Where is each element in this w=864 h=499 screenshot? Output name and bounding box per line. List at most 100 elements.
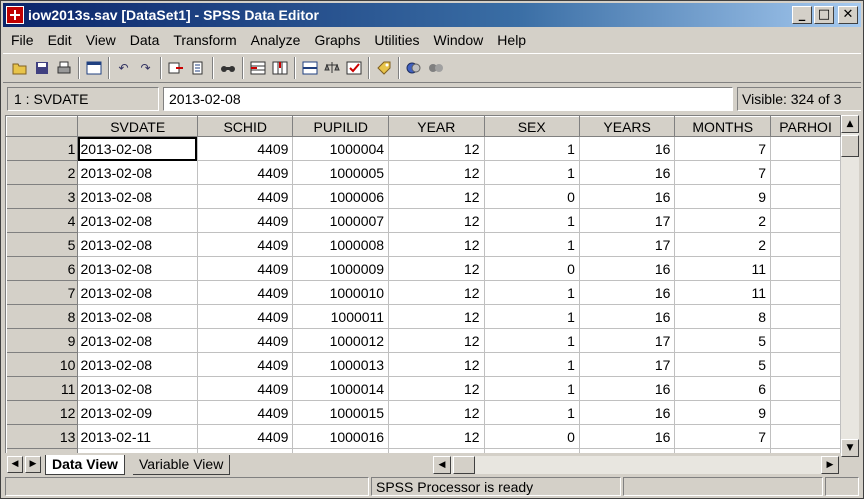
data-cell[interactable]: 1000004: [292, 136, 390, 161]
menu-transform[interactable]: Transform: [166, 32, 243, 48]
data-cell[interactable]: 4409: [197, 376, 294, 401]
data-cell[interactable]: 4409: [197, 256, 294, 281]
data-cell[interactable]: 1: [484, 136, 580, 161]
column-header-years[interactable]: YEARS: [578, 116, 676, 137]
redo-icon[interactable]: ↷: [135, 58, 156, 79]
data-cell[interactable]: 12: [388, 304, 485, 329]
data-cell[interactable]: [770, 280, 841, 305]
row-number[interactable]: 6: [6, 256, 79, 281]
menu-edit[interactable]: Edit: [41, 32, 79, 48]
data-cell[interactable]: 17: [579, 352, 676, 377]
maximize-button[interactable]: □: [814, 6, 834, 24]
data-cell[interactable]: 1000016: [292, 424, 390, 449]
data-cell[interactable]: 2013-02-08: [77, 376, 198, 401]
vertical-scrollbar[interactable]: ▲ ▼: [841, 115, 859, 457]
data-cell[interactable]: 2013-02-08: [77, 160, 198, 185]
data-cell[interactable]: 1000007: [292, 208, 390, 233]
data-cell[interactable]: 16: [579, 160, 676, 185]
data-cell[interactable]: 16: [579, 256, 676, 281]
data-cell[interactable]: 17: [579, 232, 676, 257]
data-cell[interactable]: 1: [484, 280, 580, 305]
show-all-variables-icon[interactable]: [425, 58, 446, 79]
scroll-up-arrow-icon[interactable]: ▲: [841, 115, 859, 133]
column-header-parhoi[interactable]: PARHOI: [770, 116, 841, 137]
tab-variable-view[interactable]: Variable View: [133, 455, 231, 475]
data-cell[interactable]: 5: [674, 328, 772, 353]
data-cell[interactable]: 12: [388, 256, 485, 281]
data-cell[interactable]: 0: [484, 184, 580, 209]
data-cell[interactable]: 7: [674, 136, 772, 161]
data-cell[interactable]: 7: [674, 160, 772, 185]
data-cell[interactable]: 16: [579, 376, 676, 401]
menu-window[interactable]: Window: [427, 32, 491, 48]
data-cell[interactable]: 16: [579, 136, 676, 161]
column-header-year[interactable]: YEAR: [388, 116, 485, 137]
data-cell[interactable]: 1000011: [292, 304, 390, 329]
data-cell[interactable]: [770, 256, 841, 281]
menu-analyze[interactable]: Analyze: [244, 32, 308, 48]
scroll-left-arrow-icon[interactable]: ◀: [433, 456, 451, 474]
save-icon[interactable]: [31, 58, 52, 79]
data-cell[interactable]: 5: [674, 352, 772, 377]
data-cell[interactable]: 11: [674, 256, 772, 281]
row-number[interactable]: 7: [6, 280, 79, 305]
menu-view[interactable]: View: [79, 32, 123, 48]
horizontal-scroll-thumb[interactable]: [453, 456, 475, 474]
dialog-recall-icon[interactable]: [83, 58, 104, 79]
column-header-pupilid[interactable]: PUPILID: [292, 116, 390, 137]
data-cell[interactable]: 2: [674, 232, 772, 257]
tab-scroll-left-icon[interactable]: ◀: [7, 456, 23, 473]
row-number[interactable]: 1: [6, 136, 79, 161]
data-cell[interactable]: 2013-02-08: [77, 256, 198, 281]
data-cell[interactable]: 4409: [197, 232, 294, 257]
menu-data[interactable]: Data: [123, 32, 167, 48]
data-cell[interactable]: [770, 376, 841, 401]
data-cell[interactable]: 17: [579, 208, 676, 233]
spss-app-icon[interactable]: [6, 6, 24, 24]
data-cell[interactable]: 1000013: [292, 352, 390, 377]
use-sets-icon[interactable]: [403, 58, 424, 79]
data-cell[interactable]: 2: [674, 208, 772, 233]
data-cell[interactable]: 1: [484, 232, 580, 257]
minimize-button[interactable]: _: [792, 6, 812, 24]
data-cell[interactable]: 12: [388, 280, 485, 305]
data-cell[interactable]: [770, 352, 841, 377]
data-cell[interactable]: 2013-02-08: [77, 208, 198, 233]
data-cell[interactable]: [770, 208, 841, 233]
data-cell[interactable]: 12: [388, 400, 485, 425]
undo-icon[interactable]: ↶: [113, 58, 134, 79]
data-cell[interactable]: [770, 304, 841, 329]
column-header-svdate[interactable]: SVDATE: [77, 116, 198, 137]
data-cell[interactable]: 1000005: [292, 160, 390, 185]
data-cell[interactable]: 2013-02-08: [77, 280, 198, 305]
data-cell[interactable]: 8: [674, 304, 772, 329]
data-cell[interactable]: 12: [388, 328, 485, 353]
data-cell[interactable]: [770, 184, 841, 209]
print-icon[interactable]: [53, 58, 74, 79]
data-cell[interactable]: 1000015: [292, 400, 390, 425]
data-cell[interactable]: 12: [388, 160, 485, 185]
data-cell[interactable]: 1000014: [292, 376, 390, 401]
close-button[interactable]: ✕: [838, 6, 858, 24]
data-cell[interactable]: 2013-02-11: [77, 448, 198, 453]
data-cell[interactable]: 12: [388, 352, 485, 377]
data-cell[interactable]: 1000010: [292, 280, 390, 305]
select-cases-icon[interactable]: [343, 58, 364, 79]
data-cell[interactable]: 9: [674, 400, 772, 425]
data-cell[interactable]: 0: [484, 424, 580, 449]
data-cell[interactable]: [770, 328, 841, 353]
title-bar[interactable]: iow2013s.sav [DataSet1] - SPSS Data Edit…: [3, 3, 861, 27]
data-cell[interactable]: 4409: [197, 280, 294, 305]
tab-scroll-right-icon[interactable]: ▶: [25, 456, 41, 473]
column-header-sex[interactable]: SEX: [483, 116, 580, 137]
open-icon[interactable]: [9, 58, 30, 79]
data-cell[interactable]: [770, 160, 841, 185]
data-cell[interactable]: 12: [388, 424, 485, 449]
data-cell[interactable]: 1: [484, 352, 580, 377]
data-cell[interactable]: 12: [388, 448, 485, 453]
row-number[interactable]: 5: [6, 232, 79, 257]
data-cell[interactable]: 4409: [197, 400, 294, 425]
data-cell[interactable]: 1000008: [292, 232, 390, 257]
data-cell[interactable]: 1000006: [292, 184, 390, 209]
data-cell[interactable]: 2013-02-11: [77, 424, 198, 449]
